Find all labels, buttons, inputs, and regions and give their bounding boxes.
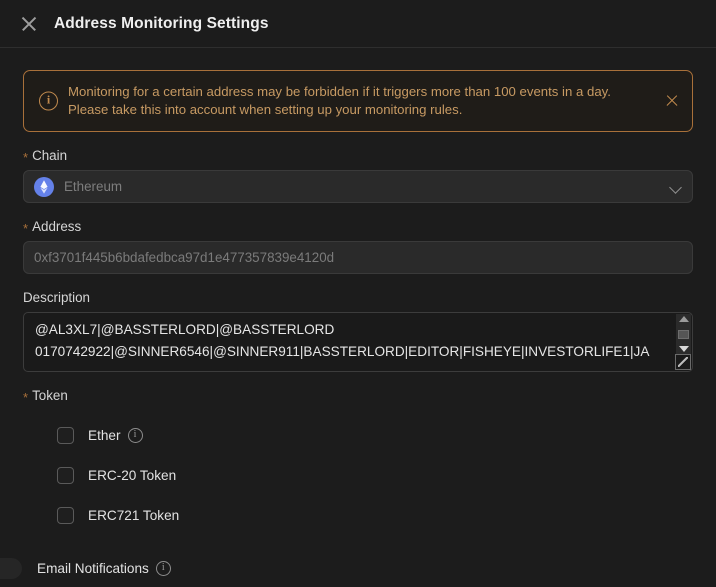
description-label: Description bbox=[23, 290, 693, 305]
description-line-2: 0170742922|@SINNER6546|@SINNER911|BASSTE… bbox=[35, 344, 650, 359]
description-field: Description @AL3XL7|@BASSTERLORD|@BASSTE… bbox=[23, 290, 693, 372]
scroll-up-arrow-icon[interactable] bbox=[678, 316, 689, 322]
address-field: * Address 0xf3701f445b6bdafedbca97d1e477… bbox=[23, 219, 693, 274]
chain-select[interactable]: Ethereum bbox=[23, 170, 693, 203]
checkbox-row-ether[interactable]: Ether i bbox=[23, 415, 693, 455]
checkbox-label-erc721: ERC721 Token bbox=[88, 507, 180, 523]
warning-banner: i Monitoring for a certain address may b… bbox=[23, 70, 693, 132]
page-title: Address Monitoring Settings bbox=[54, 14, 269, 32]
info-icon-ether[interactable]: i bbox=[127, 427, 143, 443]
checkbox-row-erc20[interactable]: ERC-20 Token bbox=[23, 455, 693, 495]
modal-body: i Monitoring for a certain address may b… bbox=[0, 48, 716, 535]
scroll-down-arrow-icon[interactable] bbox=[678, 346, 689, 352]
email-notifications-row[interactable]: Email Notifications i bbox=[0, 556, 171, 580]
description-scrollbar[interactable] bbox=[676, 314, 691, 354]
ethereum-icon bbox=[34, 176, 54, 197]
checkbox-label-erc20: ERC-20 Token bbox=[88, 467, 177, 483]
modal-header: Address Monitoring Settings bbox=[0, 0, 716, 48]
address-label-text: Address bbox=[32, 219, 82, 234]
required-marker: * bbox=[23, 390, 29, 405]
banner-close-icon[interactable] bbox=[664, 93, 680, 109]
required-marker: * bbox=[23, 221, 29, 236]
description-input[interactable]: @AL3XL7|@BASSTERLORD|@BASSTERLORD 017074… bbox=[23, 312, 693, 372]
chain-field: * Chain Ethereum bbox=[23, 148, 693, 203]
close-icon[interactable] bbox=[18, 13, 40, 35]
token-checkbox-list: Ether i ERC-20 Token ERC721 Token bbox=[23, 415, 693, 535]
chain-selected-value: Ethereum bbox=[64, 179, 123, 194]
warning-banner-text: Monitoring for a certain address may be … bbox=[68, 83, 611, 119]
warning-banner-line-1: Monitoring for a certain address may be … bbox=[68, 84, 611, 99]
description-line-1: @AL3XL7|@BASSTERLORD|@BASSTERLORD bbox=[35, 322, 335, 337]
chain-label-text: Chain bbox=[32, 148, 68, 163]
info-circle-icon: i bbox=[39, 91, 58, 111]
resize-grip-icon[interactable] bbox=[675, 354, 691, 370]
address-input[interactable]: 0xf3701f445b6bdafedbca97d1e477357839e412… bbox=[23, 241, 693, 274]
checkbox-ether[interactable] bbox=[57, 426, 74, 444]
email-notifications-toggle[interactable] bbox=[0, 557, 22, 579]
token-field: * Token Ether i ERC-20 Token ERC721 Toke… bbox=[23, 388, 693, 535]
required-marker: * bbox=[23, 150, 29, 165]
info-icon-email-notifications[interactable]: i bbox=[155, 560, 171, 576]
email-notifications-label-wrap: Email Notifications i bbox=[37, 560, 171, 576]
checkbox-label-ether: Ether bbox=[88, 427, 121, 443]
address-label: * Address bbox=[23, 219, 693, 236]
email-notifications-label: Email Notifications bbox=[37, 560, 149, 576]
checkbox-erc721[interactable] bbox=[57, 506, 74, 524]
description-label-text: Description bbox=[23, 290, 90, 305]
scrollbar-thumb[interactable] bbox=[678, 329, 689, 339]
chevron-down-icon[interactable] bbox=[671, 182, 682, 193]
description-textarea-wrap: @AL3XL7|@BASSTERLORD|@BASSTERLORD 017074… bbox=[23, 312, 693, 372]
checkbox-erc20[interactable] bbox=[57, 466, 74, 484]
token-label-text: Token bbox=[32, 388, 68, 403]
warning-banner-line-2: Please take this into account when setti… bbox=[68, 102, 463, 117]
chain-label: * Chain bbox=[23, 148, 693, 165]
address-monitoring-settings-modal: Address Monitoring Settings i Monitoring… bbox=[0, 0, 716, 587]
token-label: * Token bbox=[23, 388, 693, 405]
checkbox-row-erc721[interactable]: ERC721 Token bbox=[23, 495, 693, 535]
